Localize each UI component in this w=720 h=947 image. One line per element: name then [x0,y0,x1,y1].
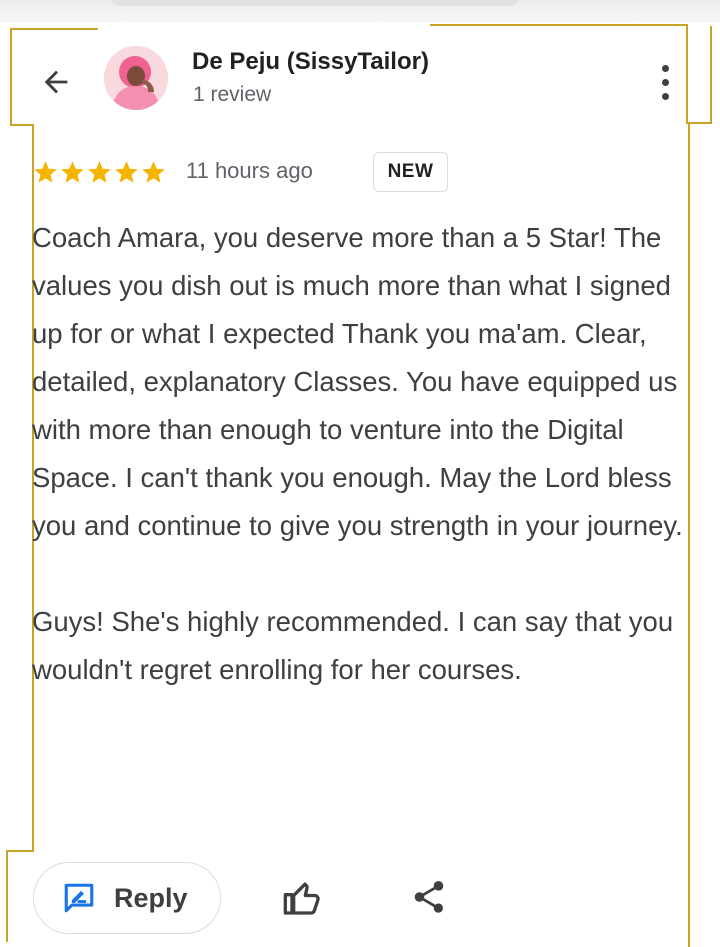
rating-row: 11 hours ago NEW [32,152,692,192]
back-button[interactable] [34,60,78,104]
review-paragraph: Coach Amara, you deserve more than a 5 S… [32,222,683,541]
frame-top-left [10,28,98,30]
star-icon [115,161,138,183]
avatar[interactable] [104,46,168,110]
review-actions: Reply [0,860,720,940]
reply-button[interactable]: Reply [33,862,221,934]
reply-label: Reply [114,882,188,913]
share-button[interactable] [410,878,450,918]
more-vert-icon [661,64,669,72]
top-strip [0,0,720,22]
reviewer-review-count: 1 review [193,83,272,106]
back-arrow-icon [44,70,68,94]
star-icon [88,161,111,183]
reviewer-name[interactable]: De Peju (SissyTailor) [192,48,429,76]
reply-icon [64,883,94,913]
avatar-image [104,46,168,110]
frame-top-right [430,24,688,26]
review-time: 11 hours ago [186,158,313,183]
top-handle [110,0,520,6]
review-text: Coach Amara, you deserve more than a 5 S… [32,214,692,694]
new-badge: NEW [373,152,448,192]
like-button[interactable] [280,878,324,918]
share-icon [414,881,444,913]
star-rating [32,159,167,186]
review-header: De Peju (SissyTailor) 1 review [0,36,720,126]
more-options-button[interactable] [650,58,680,106]
review-paragraph: Guys! She's highly recommended. I can sa… [32,606,674,685]
star-icon [142,161,165,183]
frame-left-bottom-notch [6,850,34,852]
star-icon [61,161,84,183]
thumb-up-icon [283,882,320,915]
star-icon [34,161,57,183]
